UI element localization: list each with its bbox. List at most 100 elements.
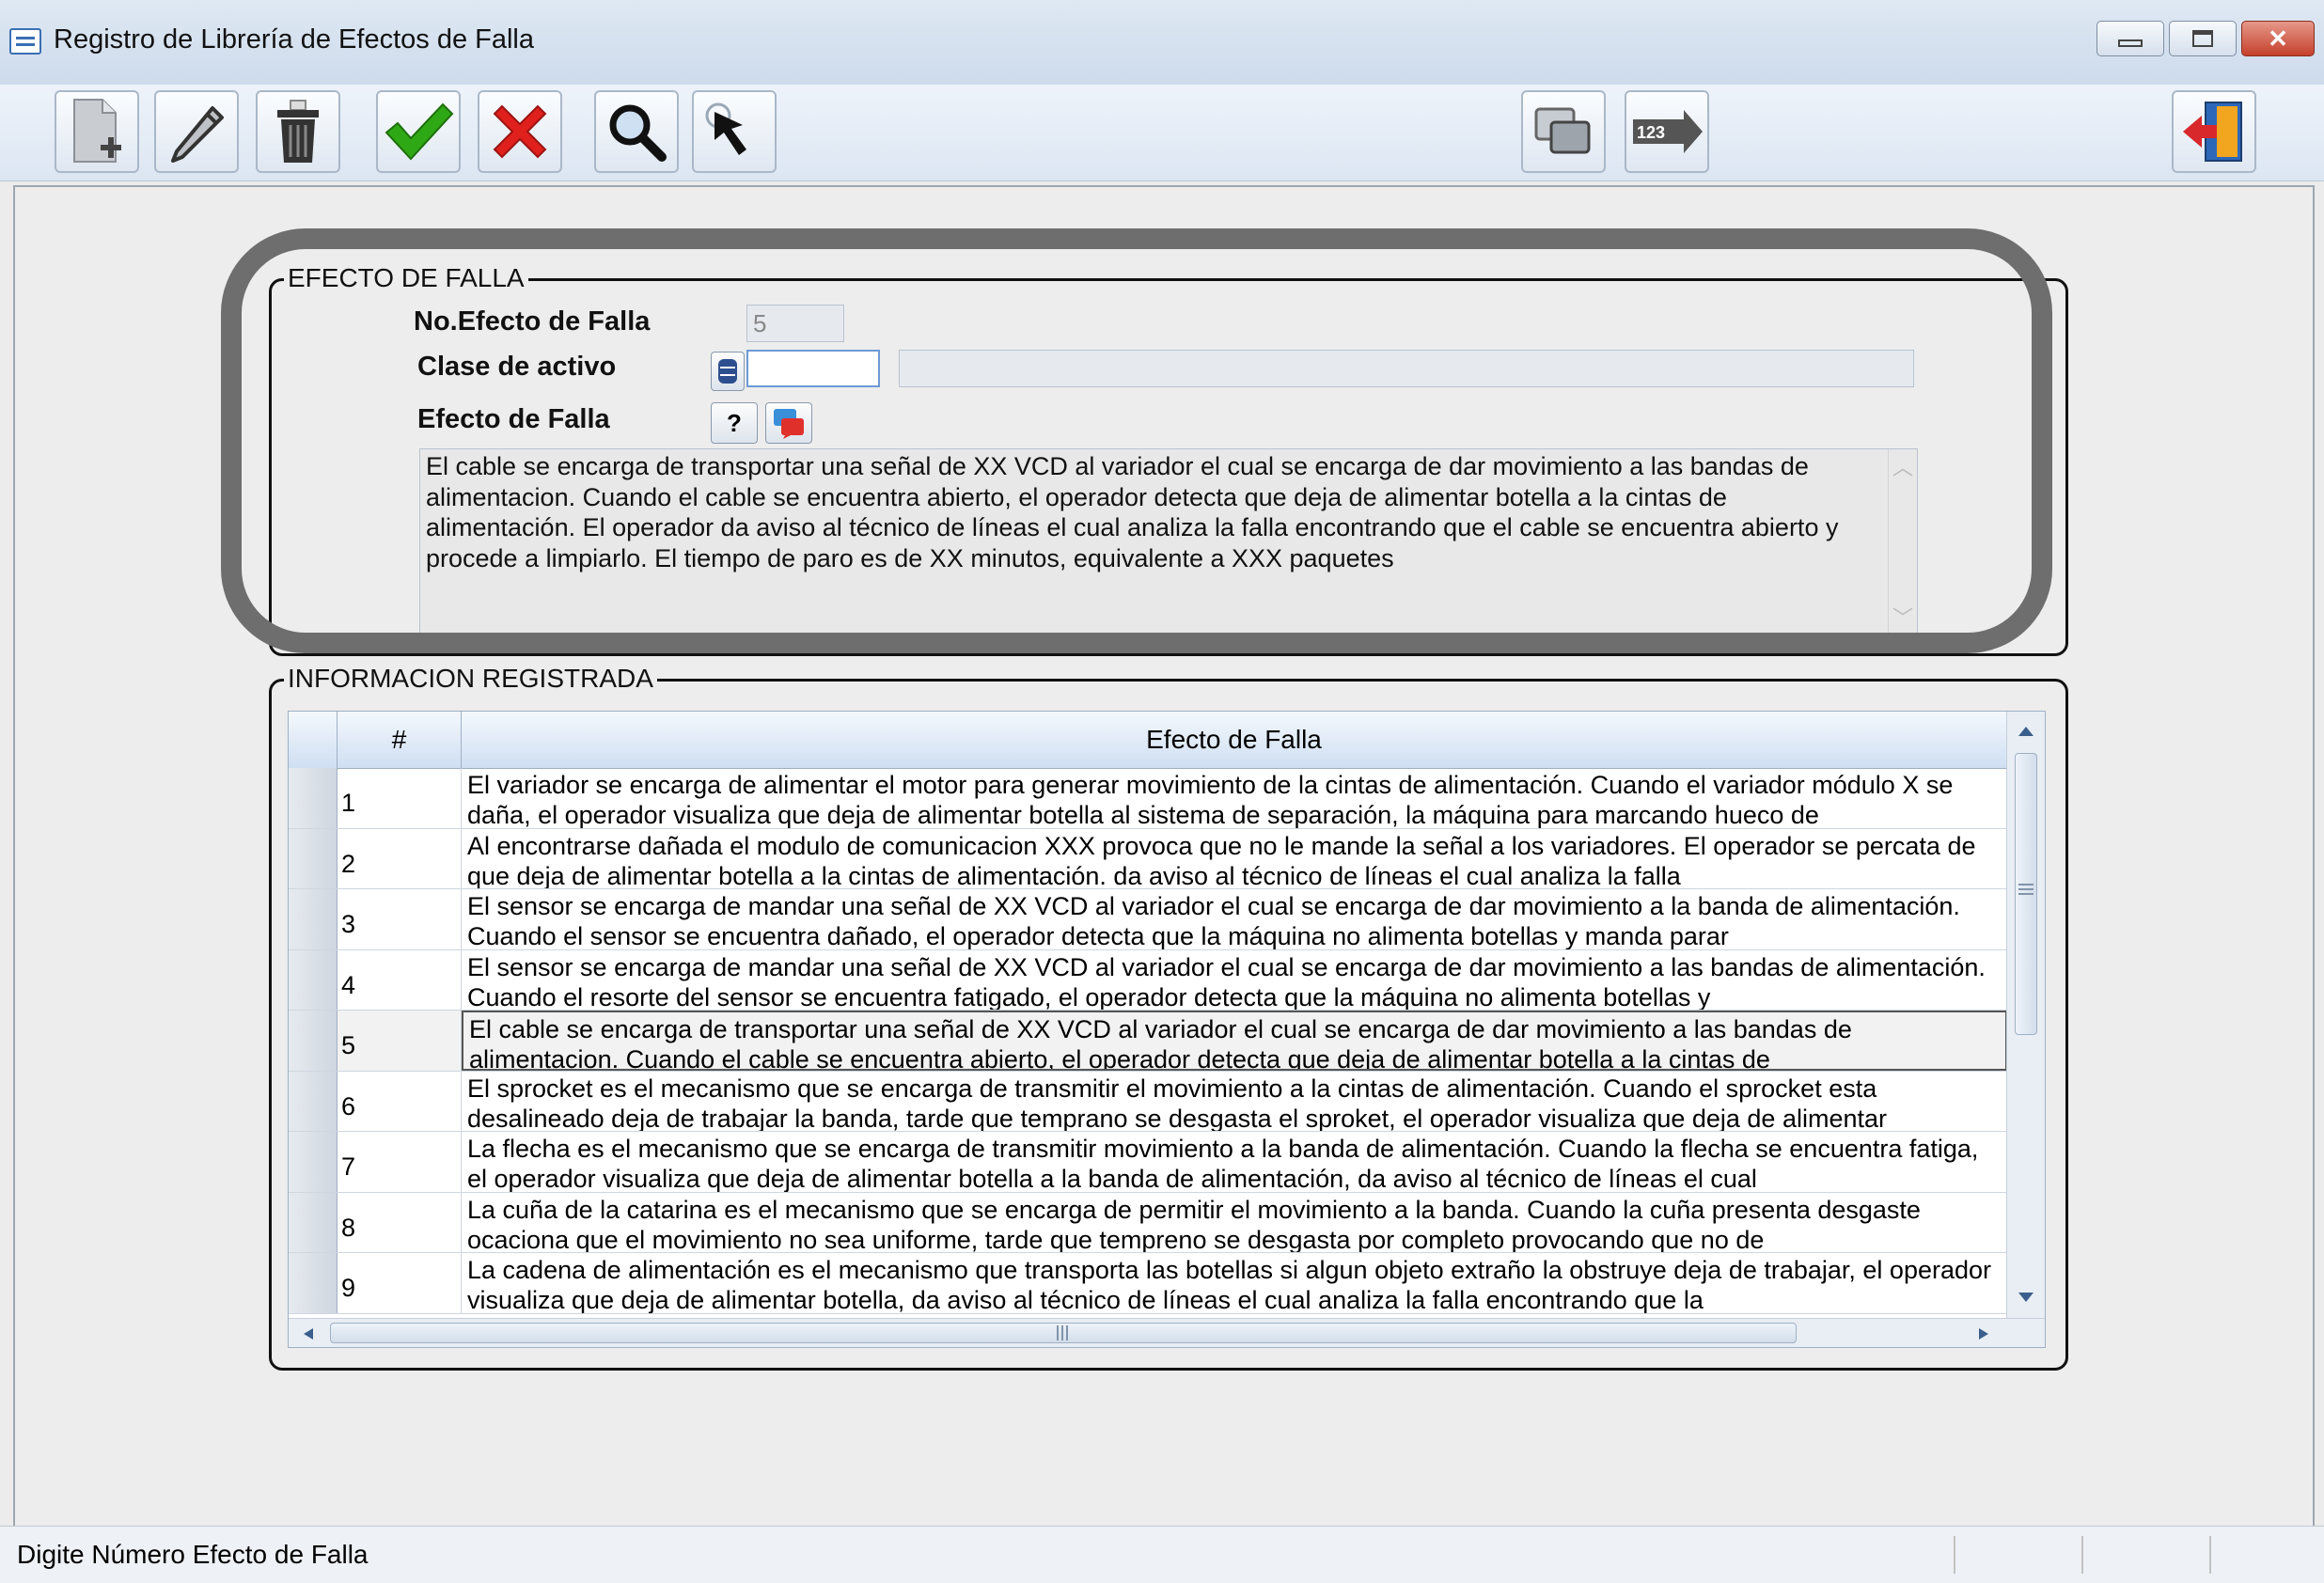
svg-text:123: 123 <box>1637 123 1665 142</box>
table-row[interactable]: 8 La cuña de la catarina es el mecanismo… <box>289 1192 2007 1253</box>
windows-icon <box>1534 107 1591 154</box>
table-row[interactable]: 6 El sprocket es el mecanismo que se enc… <box>289 1071 2007 1132</box>
sequence-button[interactable]: 123 <box>1625 90 1709 173</box>
exit-door-icon <box>2183 102 2242 162</box>
copy-button[interactable] <box>1521 90 1606 173</box>
app-window-icon <box>9 28 41 55</box>
delete-button[interactable] <box>256 90 340 173</box>
clase-activo-description <box>899 350 1914 387</box>
row-number: 7 <box>338 1132 462 1192</box>
status-separator <box>1954 1536 1955 1574</box>
window-title: Registro de Librería de Efectos de Falla <box>54 24 534 55</box>
question-icon: ? <box>727 408 742 437</box>
clase-activo-input[interactable] <box>746 350 880 387</box>
row-selector[interactable] <box>289 1192 338 1252</box>
table-row[interactable]: 1 El variador se encarga de alimentar el… <box>289 768 2007 829</box>
row-number: 1 <box>338 768 462 828</box>
close-button[interactable]: ✕ <box>2241 21 2315 56</box>
status-bar: Digite Número Efecto de Falla <box>0 1526 2324 1583</box>
minimize-button[interactable] <box>2096 21 2164 56</box>
row-efecto-text: La cadena de alimentación es el mecanism… <box>467 1256 1992 1313</box>
row-efecto-text: El sprocket es el mecanismo que se encar… <box>467 1074 1887 1132</box>
title-bar: Registro de Librería de Efectos de Falla… <box>0 0 2324 86</box>
search-button[interactable] <box>594 90 679 173</box>
database-icon <box>718 359 737 384</box>
status-message: Digite Número Efecto de Falla <box>17 1540 369 1569</box>
status-separator <box>2209 1536 2211 1574</box>
magnifier-icon <box>609 104 667 162</box>
registros-grid: # Efecto de Falla 1 El variador se encar… <box>288 711 2046 1348</box>
description-scrollbar[interactable]: ︿ ﹀ <box>1888 449 1917 637</box>
row-number: 3 <box>338 889 462 949</box>
new-document-icon <box>73 99 121 163</box>
row-efecto-text: El cable se encarga de transportar una s… <box>462 1011 2007 1071</box>
row-selector[interactable] <box>289 768 338 828</box>
row-efecto-text: El sensor se encarga de mandar una señal… <box>467 892 1960 949</box>
scroll-left-icon <box>304 1328 313 1340</box>
clase-lookup-button[interactable] <box>711 352 745 391</box>
x-icon <box>493 104 547 159</box>
edit-button[interactable] <box>154 90 239 173</box>
toolbar: 123 <box>0 85 2324 181</box>
table-row[interactable]: 3 El sensor se encarga de mandar una señ… <box>289 889 2007 950</box>
help-button[interactable]: ? <box>711 402 758 444</box>
grid-vertical-scrollbar[interactable] <box>2006 712 2045 1321</box>
maximize-icon <box>2192 30 2213 47</box>
accept-button[interactable] <box>376 90 461 173</box>
grid-header-number[interactable]: # <box>338 712 462 768</box>
new-button[interactable] <box>55 90 139 173</box>
numbered-arrow-icon: 123 <box>1633 110 1703 153</box>
no-efecto-label: No.Efecto de Falla <box>414 306 651 337</box>
row-number: 2 <box>338 828 462 888</box>
row-efecto-text: El variador se encarga de alimentar el m… <box>467 771 1954 828</box>
checkmark-icon <box>385 102 454 161</box>
grid-header-selector <box>289 712 338 768</box>
registrada-group-legend: INFORMACION REGISTRADA <box>284 664 657 694</box>
no-efecto-field[interactable]: 5 <box>746 305 844 342</box>
efecto-falla-label: Efecto de Falla <box>417 404 610 434</box>
close-icon: ✕ <box>2268 24 2288 53</box>
row-number: 5 <box>338 1011 462 1071</box>
row-selector[interactable] <box>289 1011 338 1071</box>
row-selector[interactable] <box>289 889 338 949</box>
scroll-down-icon <box>2018 1293 2034 1302</box>
table-row[interactable]: 2 Al encontrarse dañada el modulo de com… <box>289 828 2007 889</box>
row-selector[interactable] <box>289 949 338 1010</box>
row-selector[interactable] <box>289 1071 338 1131</box>
row-selector[interactable] <box>289 828 338 888</box>
clase-activo-label: Clase de activo <box>417 352 617 382</box>
translate-button[interactable] <box>765 402 812 444</box>
efecto-group-legend: EFECTO DE FALLA <box>284 263 528 293</box>
row-selector[interactable] <box>289 1253 338 1313</box>
table-row-selected[interactable]: 5 El cable se encarga de transportar una… <box>289 1011 2007 1072</box>
row-efecto-text: La cuña de la catarina es el mecanismo q… <box>467 1195 1921 1253</box>
grid-header: # Efecto de Falla <box>289 712 2007 769</box>
row-number: 4 <box>338 949 462 1010</box>
row-selector[interactable] <box>289 1132 338 1192</box>
select-button[interactable] <box>692 90 777 173</box>
row-efecto-text: La flecha es el mecanismo que se encarga… <box>467 1135 1979 1192</box>
minimize-icon <box>2118 39 2143 47</box>
efecto-description-text: El cable se encarga de transportar una s… <box>426 452 1839 572</box>
row-efecto-text: El sensor se encarga de mandar una señal… <box>467 952 1986 1011</box>
scroll-grip-icon <box>2018 884 2034 895</box>
table-row[interactable]: 4 El sensor se encarga de mandar una señ… <box>289 949 2007 1011</box>
pencil-icon <box>171 106 224 163</box>
efecto-description-textarea[interactable]: El cable se encarga de transportar una s… <box>419 448 1918 638</box>
cursor-arrow-icon <box>705 102 746 155</box>
scroll-up-icon <box>2018 727 2034 736</box>
row-number: 9 <box>338 1253 462 1313</box>
table-row[interactable]: 9 La cadena de alimentación es el mecani… <box>289 1253 2007 1314</box>
scroll-grip-icon <box>1057 1325 1068 1340</box>
maximize-button[interactable] <box>2169 21 2237 56</box>
table-row[interactable]: 7 La flecha es el mecanismo que se encar… <box>289 1132 2007 1193</box>
chat-bubbles-icon <box>774 409 804 439</box>
trash-icon <box>277 100 319 163</box>
grid-horizontal-scrollbar[interactable] <box>289 1318 2045 1347</box>
cancel-button[interactable] <box>478 90 562 173</box>
row-number: 8 <box>338 1192 462 1252</box>
exit-button[interactable] <box>2172 90 2256 173</box>
grid-header-efecto[interactable]: Efecto de Falla <box>462 712 2007 768</box>
row-efecto-text: Al encontrarse dañada el modulo de comun… <box>467 831 1976 889</box>
status-separator <box>2081 1536 2083 1574</box>
